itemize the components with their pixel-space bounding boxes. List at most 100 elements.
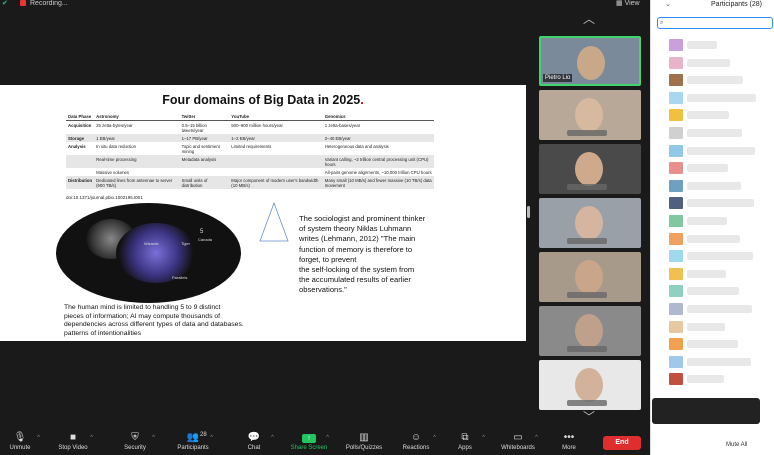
avatar bbox=[669, 303, 683, 315]
table-cell: 25 zetta-bytes/year bbox=[96, 122, 133, 128]
video-tile[interactable] bbox=[539, 144, 641, 194]
caret-up-icon[interactable]: ^ bbox=[152, 435, 155, 441]
participant-row[interactable] bbox=[669, 126, 757, 140]
participant-row[interactable] bbox=[669, 161, 757, 175]
top-bar: ✔ Recording... ▦ View bbox=[0, 0, 650, 10]
video-tile[interactable] bbox=[539, 198, 641, 248]
participant-row[interactable] bbox=[669, 337, 757, 351]
table-header-cell: YouTube bbox=[229, 113, 323, 121]
apps-button[interactable]: ⧉ Apps ^ bbox=[439, 432, 491, 455]
stop-video-button[interactable]: ■ Stop Video ^ bbox=[47, 432, 99, 455]
whiteboards-button[interactable]: ▭ Whiteboards ^ bbox=[492, 432, 544, 455]
split-drag-handle[interactable] bbox=[527, 206, 530, 218]
participant-row[interactable] bbox=[669, 91, 757, 105]
participant-count-badge: 28 bbox=[200, 432, 207, 438]
participant-row[interactable] bbox=[669, 144, 757, 158]
nebula-glow bbox=[116, 223, 196, 283]
more-button[interactable]: ••• More bbox=[543, 432, 595, 455]
participant-search-input[interactable]: ⌕ bbox=[657, 17, 773, 29]
participant-row[interactable] bbox=[669, 196, 757, 210]
participant-row[interactable] bbox=[669, 56, 757, 70]
avatar bbox=[669, 267, 683, 280]
video-tile[interactable]: Pietro Lio bbox=[539, 36, 641, 86]
participant-row[interactable] bbox=[669, 179, 757, 193]
chat-button[interactable]: 💬 Chat ^ bbox=[228, 432, 280, 455]
zoom-meeting-window: ✔ Recording... ▦ View Four domains of Bi… bbox=[0, 0, 774, 455]
table-header-cell: Twitter bbox=[179, 113, 230, 121]
participant-row[interactable] bbox=[669, 302, 757, 316]
participant-name-label: Pietro Lio bbox=[543, 74, 573, 82]
video-tile[interactable] bbox=[539, 360, 641, 410]
video-tile[interactable] bbox=[539, 90, 641, 140]
reactions-button[interactable]: ☺ Reactions ^ bbox=[390, 432, 442, 455]
recording-indicator[interactable]: Recording... bbox=[20, 0, 68, 8]
gallery-up-chevron-icon[interactable]: ︿ bbox=[577, 13, 601, 25]
ellipse-label: Tiger bbox=[181, 241, 190, 246]
participant-row[interactable] bbox=[669, 232, 757, 246]
participant-row[interactable] bbox=[669, 73, 757, 87]
table-cell bbox=[229, 168, 323, 176]
blurred-participant-name bbox=[687, 217, 727, 225]
more-icon: ••• bbox=[563, 432, 575, 443]
participant-row[interactable] bbox=[669, 249, 757, 263]
caret-up-icon[interactable]: ^ bbox=[210, 435, 213, 441]
table-cell bbox=[66, 168, 94, 176]
video-tile[interactable] bbox=[539, 252, 641, 302]
participant-row[interactable] bbox=[669, 372, 757, 386]
participant-row[interactable] bbox=[669, 108, 757, 122]
participants-panel: ⌄ Participants (28) ⌕ Mute All bbox=[650, 0, 774, 455]
blurred-participant-name bbox=[687, 322, 725, 331]
caret-up-icon[interactable]: ^ bbox=[37, 435, 40, 441]
blurred-participant-name bbox=[687, 269, 726, 278]
polls-icon: ▥ bbox=[359, 432, 369, 443]
security-button[interactable]: ⛨ Security ^ bbox=[109, 432, 161, 455]
table-cell bbox=[66, 155, 95, 168]
end-meeting-button[interactable]: End bbox=[603, 436, 641, 450]
gallery-down-chevron-icon[interactable]: ﹀ bbox=[577, 411, 601, 423]
share-screen-button[interactable]: ↑ Share Screen ^ bbox=[283, 432, 335, 455]
table-cell: Major component of modern user's bandwid… bbox=[229, 176, 323, 189]
avatar bbox=[669, 320, 683, 333]
participant-row[interactable] bbox=[669, 267, 757, 281]
table-cell: Distribution bbox=[66, 176, 95, 189]
security-shield-icon[interactable]: ✔ bbox=[2, 0, 8, 8]
participant-row[interactable] bbox=[669, 284, 757, 298]
avatar bbox=[669, 109, 683, 122]
blurred-participant-name bbox=[687, 252, 753, 261]
participant-row[interactable] bbox=[669, 214, 757, 228]
participants-button[interactable]: 👥 28 Participants ^ bbox=[167, 432, 219, 455]
participant-face bbox=[575, 314, 603, 348]
mute-all-button[interactable]: Mute All bbox=[726, 442, 747, 448]
record-icon bbox=[20, 0, 26, 7]
table-cell: Real-time processing bbox=[94, 155, 180, 168]
share-arrow-icon: ↑ bbox=[302, 434, 316, 443]
caret-up-icon[interactable]: ^ bbox=[535, 435, 538, 441]
avatar bbox=[669, 162, 683, 175]
video-tile[interactable] bbox=[539, 306, 641, 356]
caret-up-icon[interactable]: ^ bbox=[90, 435, 93, 441]
participant-row[interactable] bbox=[669, 38, 757, 52]
unmute-button[interactable]: 🎙 Unmute ^ bbox=[0, 432, 46, 455]
caret-up-icon[interactable]: ^ bbox=[326, 435, 329, 441]
caret-up-icon[interactable]: ^ bbox=[433, 435, 436, 441]
table-cell: 0.5–15 billion tweets/year bbox=[181, 122, 207, 133]
caret-up-icon[interactable]: ^ bbox=[482, 435, 485, 441]
avatar bbox=[669, 338, 683, 351]
participant-row[interactable] bbox=[669, 355, 757, 369]
avatar bbox=[669, 285, 683, 298]
table-cell: 1 EB/year bbox=[94, 134, 180, 142]
participant-row[interactable] bbox=[669, 320, 757, 334]
blurred-participant-name bbox=[687, 340, 738, 349]
table-cell: Acquisition bbox=[68, 122, 92, 128]
table-cell: Massive volumes bbox=[96, 169, 130, 175]
toolbar-button-label: Share Screen bbox=[290, 445, 328, 451]
table-cell: Metadata analysis bbox=[179, 155, 230, 168]
avatar bbox=[669, 197, 683, 210]
caret-up-icon[interactable]: ^ bbox=[271, 435, 274, 441]
toolbar-button-label: Whiteboards bbox=[501, 445, 535, 451]
avatar bbox=[669, 250, 683, 263]
view-button[interactable]: ▦ View bbox=[616, 0, 640, 8]
table-row: Acquisition 25 zetta-bytes/year 0.5–15 bil… bbox=[66, 121, 434, 135]
collapse-chevron-icon[interactable]: ⌄ bbox=[665, 0, 671, 8]
polls-quizzes-button[interactable]: ▥ Polls/Quizzes bbox=[338, 432, 390, 455]
